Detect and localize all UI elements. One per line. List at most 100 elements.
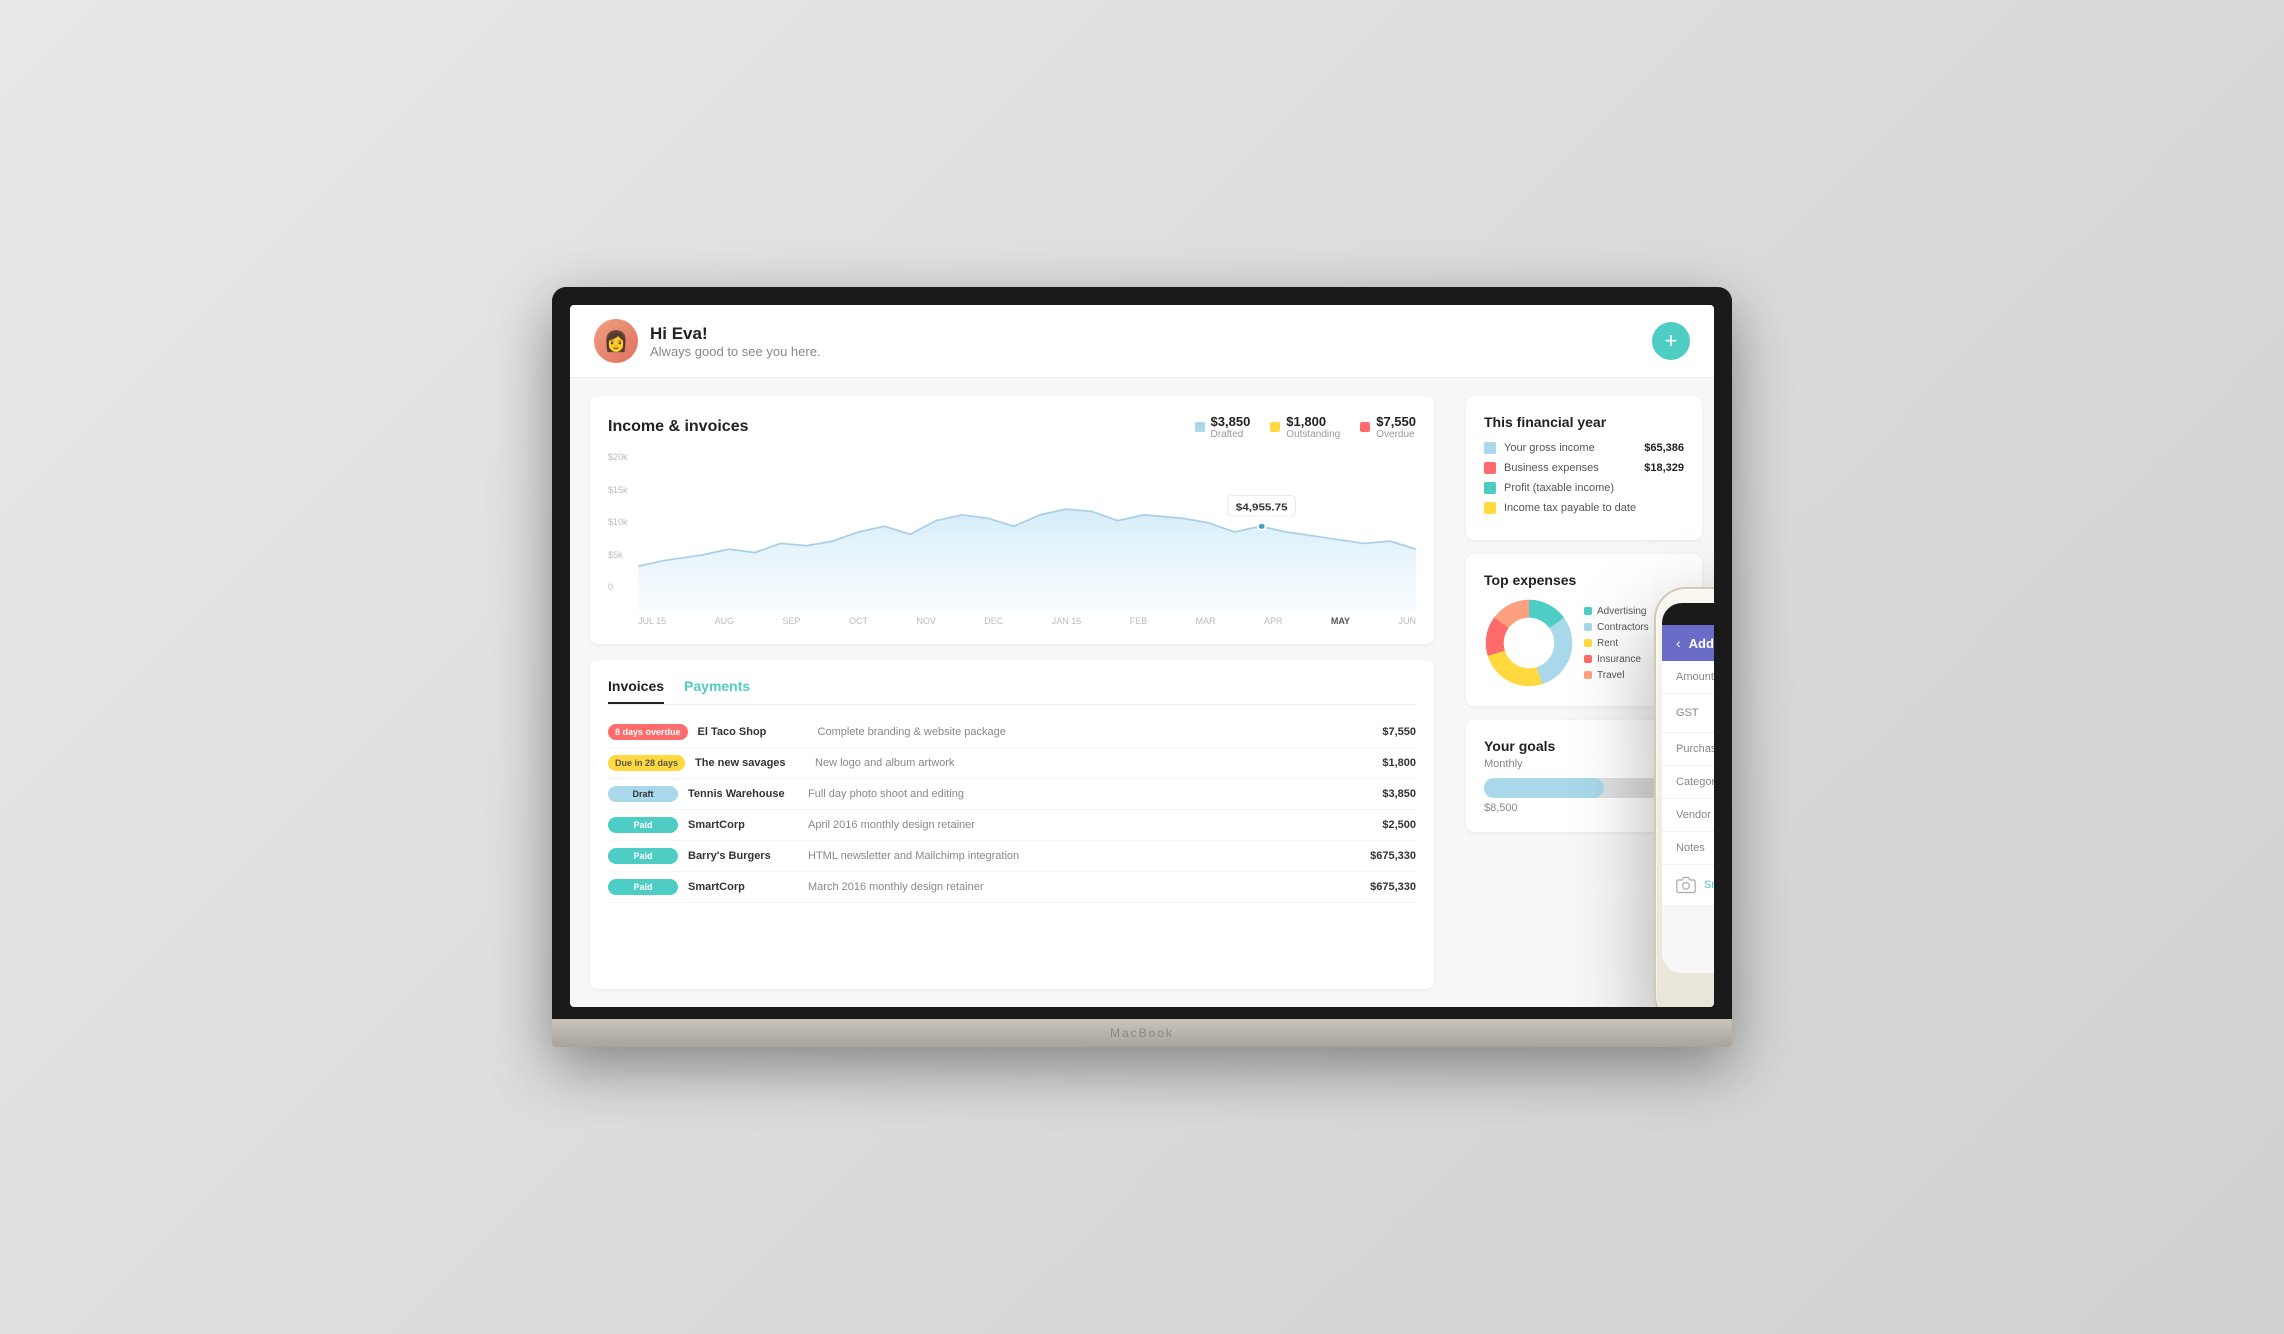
- camera-icon: [1676, 875, 1696, 895]
- donut-chart: [1484, 598, 1574, 688]
- fy-label: Profit (taxable income): [1504, 482, 1676, 494]
- donut-legend: Advertising Contractors Rent: [1584, 606, 1649, 681]
- fy-row: Your gross income $65,386: [1484, 442, 1684, 454]
- client-name: El Taco Shop: [698, 726, 808, 738]
- outstanding-dot: [1270, 422, 1280, 432]
- purchase-date-row[interactable]: Purchase date 5 Jun, 2016 ›: [1662, 733, 1714, 766]
- back-icon[interactable]: ‹: [1676, 635, 1681, 651]
- overdue-text: $7,550 Overdue: [1376, 414, 1416, 440]
- invoice-table: 8 days overdue El Taco Shop Complete bra…: [608, 717, 1416, 903]
- fy-label: Income tax payable to date: [1504, 502, 1676, 514]
- fy-dot: [1484, 482, 1496, 494]
- legend-advertising: Advertising: [1584, 606, 1649, 617]
- rent-label: Rent: [1597, 638, 1618, 649]
- snap-receipt-row[interactable]: Snap a receipt ›: [1662, 865, 1714, 905]
- table-row: Paid SmartCorp March 2016 monthly design…: [608, 872, 1416, 903]
- legend-overdue: $7,550 Overdue: [1360, 414, 1416, 440]
- invoice-amount: $7,550: [1382, 726, 1416, 738]
- overdue-label: Overdue: [1376, 429, 1416, 440]
- table-row: Paid Barry's Burgers HTML newsletter and…: [608, 841, 1416, 872]
- fy-dot: [1484, 442, 1496, 454]
- greeting-text: Hi Eva!: [650, 324, 821, 344]
- table-row: 8 days overdue El Taco Shop Complete bra…: [608, 717, 1416, 748]
- drafted-dot: [1195, 422, 1205, 432]
- snap-receipt-label: Snap a receipt: [1704, 879, 1714, 891]
- fy-title: This financial year: [1484, 414, 1684, 430]
- x-axis-labels: JUL 15 AUG SEP OCT NOV DEC JAN 16 FEB MA…: [608, 616, 1416, 626]
- table-row: Paid SmartCorp April 2016 monthly design…: [608, 810, 1416, 841]
- overdue-dot: [1360, 422, 1370, 432]
- invoice-desc: April 2016 monthly design retainer: [808, 819, 1372, 831]
- phone-screen: ‹ Add new expense Amount $3,363.00 ›: [1662, 603, 1714, 973]
- amount-label: Amount: [1676, 671, 1714, 683]
- fy-value: $65,386: [1644, 442, 1684, 454]
- invoice-amount: $1,800: [1382, 757, 1416, 769]
- advertising-label: Advertising: [1597, 606, 1646, 617]
- screen-bezel: 👩 Hi Eva! Always good to see you here. +: [552, 287, 1732, 1019]
- insurance-label: Insurance: [1597, 654, 1641, 665]
- client-name: SmartCorp: [688, 819, 798, 831]
- add-button[interactable]: +: [1652, 322, 1690, 360]
- invoice-desc: Full day photo shoot and editing: [808, 788, 1372, 800]
- legend-drafted: $3,850 Drafted: [1195, 414, 1251, 440]
- client-name: The new savages: [695, 757, 805, 769]
- legend-rent: Rent: [1584, 638, 1649, 649]
- header-greeting: Hi Eva! Always good to see you here.: [650, 324, 821, 359]
- category-label: Category: [1676, 776, 1714, 788]
- phone-app-header: ‹ Add new expense: [1662, 625, 1714, 661]
- travel-label: Travel: [1597, 670, 1624, 681]
- client-name: Barry's Burgers: [688, 850, 798, 862]
- notes-label: Notes: [1676, 842, 1705, 854]
- status-badge: Paid: [608, 848, 678, 864]
- gst-label: GST: [1676, 707, 1699, 719]
- client-name: SmartCorp: [688, 881, 798, 893]
- status-badge: Draft: [608, 786, 678, 802]
- legend-travel: Travel: [1584, 670, 1649, 681]
- expenses-title: Top expenses: [1484, 572, 1684, 588]
- svg-text:$4,955.75: $4,955.75: [1236, 502, 1288, 513]
- fy-dot: [1484, 462, 1496, 474]
- greeting-subtitle: Always good to see you here.: [650, 344, 821, 359]
- tab-invoices[interactable]: Invoices: [608, 678, 664, 704]
- snap-receipt-left: Snap a receipt: [1676, 875, 1714, 895]
- drafted-text: $3,850 Drafted: [1211, 414, 1251, 440]
- notes-row[interactable]: Notes Nikon D810 ›: [1662, 832, 1714, 865]
- vendor-row[interactable]: Vendor Ted's Camera ›: [1662, 799, 1714, 832]
- phone-screen-title: Add new expense: [1689, 636, 1714, 651]
- purchase-date-label: Purchase date: [1676, 743, 1714, 755]
- contractors-label: Contractors: [1597, 622, 1649, 633]
- chart-svg: $4,955.75: [608, 452, 1416, 612]
- rent-dot: [1584, 639, 1592, 647]
- outstanding-text: $1,800 Outstanding: [1286, 414, 1340, 440]
- chart-area: $20k $15k $10k $5k 0: [608, 452, 1416, 612]
- phone-device: ‹ Add new expense Amount $3,363.00 ›: [1654, 587, 1714, 1007]
- tab-payments[interactable]: Payments: [684, 678, 750, 704]
- overdue-amount: $7,550: [1376, 414, 1416, 429]
- client-name: Tennis Warehouse: [688, 788, 798, 800]
- invoice-desc: March 2016 monthly design retainer: [808, 881, 1360, 893]
- insurance-dot: [1584, 655, 1592, 663]
- category-row[interactable]: Category Camera gear ›: [1662, 766, 1714, 799]
- invoice-desc: HTML newsletter and Mailchimp integratio…: [808, 850, 1360, 862]
- chart-card: Income & invoices $3,850 Drafted: [590, 396, 1434, 644]
- legend-outstanding: $1,800 Outstanding: [1270, 414, 1340, 440]
- amount-row[interactable]: Amount $3,363.00 ›: [1662, 661, 1714, 694]
- drafted-amount: $3,850: [1211, 414, 1251, 429]
- invoice-desc: New logo and album artwork: [815, 757, 1372, 769]
- macbook-base: MacBook: [552, 1019, 1732, 1047]
- status-badge: Due in 28 days: [608, 755, 685, 771]
- avatar: 👩: [594, 319, 638, 363]
- fy-dot: [1484, 502, 1496, 514]
- invoices-card: Invoices Payments 8 days overdue El Taco…: [590, 660, 1434, 989]
- legend-contractors: Contractors: [1584, 622, 1649, 633]
- fy-value: $18,329: [1644, 462, 1684, 474]
- invoice-amount: $675,330: [1370, 881, 1416, 893]
- outstanding-amount: $1,800: [1286, 414, 1340, 429]
- laptop-screen: 👩 Hi Eva! Always good to see you here. +: [570, 305, 1714, 1007]
- app-header: 👩 Hi Eva! Always good to see you here. +: [570, 305, 1714, 378]
- y-axis-labels: $20k $15k $10k $5k 0: [608, 452, 638, 592]
- chart-title: Income & invoices: [608, 418, 1175, 436]
- phone-body: ‹ Add new expense Amount $3,363.00 ›: [1654, 587, 1714, 1007]
- advertising-dot: [1584, 607, 1592, 615]
- gst-row[interactable]: GST $305.72 ›: [1662, 694, 1714, 733]
